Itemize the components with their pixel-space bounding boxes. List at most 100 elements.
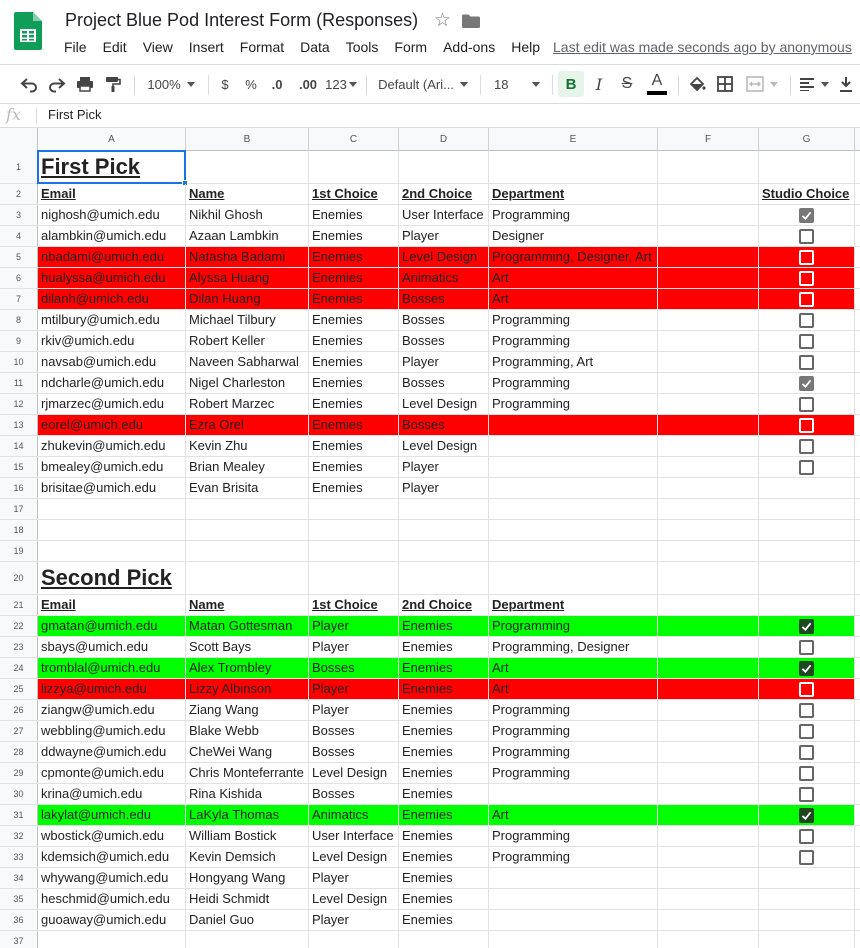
cell-f[interactable] — [658, 658, 759, 678]
cell-b[interactable]: Blake Webb — [186, 721, 309, 741]
studio-choice-cell[interactable] — [759, 247, 855, 267]
cell-f[interactable] — [658, 415, 759, 435]
cell-c[interactable]: Bosses — [309, 784, 399, 804]
checkbox-unchecked[interactable] — [799, 333, 814, 349]
cell-e[interactable] — [489, 436, 658, 456]
cell-a[interactable]: nbadami@umich.edu — [38, 247, 186, 267]
studio-choice-cell[interactable] — [759, 805, 855, 825]
checkbox-checked[interactable] — [799, 207, 814, 223]
studio-choice-cell[interactable] — [759, 268, 855, 288]
column-label[interactable] — [658, 184, 759, 204]
column-label[interactable] — [658, 595, 759, 615]
row-number[interactable]: 15 — [0, 457, 38, 477]
cell-c[interactable] — [309, 931, 399, 948]
menu-form[interactable]: Form — [386, 39, 435, 59]
cell-d[interactable]: Enemies — [399, 889, 489, 909]
cell-f[interactable] — [658, 352, 759, 372]
cell-b[interactable]: Ziang Wang — [186, 700, 309, 720]
checkbox-checked[interactable] — [799, 375, 814, 391]
cell-a[interactable] — [38, 541, 186, 561]
row-number[interactable]: 21 — [0, 595, 38, 615]
cell-b[interactable]: Natasha Badami — [186, 247, 309, 267]
row-number[interactable]: 16 — [0, 478, 38, 498]
cell-a[interactable]: brisitae@umich.edu — [38, 478, 186, 498]
checkbox-unchecked[interactable] — [799, 723, 814, 739]
cell-c[interactable]: Player — [309, 910, 399, 930]
cell-a[interactable] — [38, 499, 186, 519]
cell-d[interactable]: Enemies — [399, 721, 489, 741]
cell-a[interactable]: ziangw@umich.edu — [38, 700, 186, 720]
cell-a[interactable]: ndcharle@umich.edu — [38, 373, 186, 393]
cell-d[interactable]: User Interface — [399, 205, 489, 225]
row-number[interactable]: 33 — [0, 847, 38, 867]
cell-b[interactable]: Ezra Orel — [186, 415, 309, 435]
section-title[interactable] — [186, 562, 309, 594]
cell-b[interactable]: Robert Keller — [186, 331, 309, 351]
studio-choice-cell[interactable] — [759, 352, 855, 372]
cell-d[interactable]: Enemies — [399, 637, 489, 657]
studio-choice-cell[interactable] — [759, 205, 855, 225]
checkbox-unchecked[interactable] — [799, 249, 814, 265]
cell-f[interactable] — [658, 499, 759, 519]
cell-a[interactable]: tromblal@umich.edu — [38, 658, 186, 678]
row-number[interactable]: 27 — [0, 721, 38, 741]
cell-f[interactable] — [658, 805, 759, 825]
cell-a[interactable]: dilanh@umich.edu — [38, 289, 186, 309]
cell-f[interactable] — [658, 700, 759, 720]
cell-c[interactable]: Enemies — [309, 268, 399, 288]
cell-c[interactable]: Enemies — [309, 394, 399, 414]
column-header-c[interactable]: C — [309, 128, 399, 151]
section-title[interactable]: Second Pick — [38, 562, 186, 594]
cell-b[interactable]: Heidi Schmidt — [186, 889, 309, 909]
cell-d[interactable]: Enemies — [399, 847, 489, 867]
cell-c[interactable]: Enemies — [309, 289, 399, 309]
column-label[interactable]: Name — [186, 595, 309, 615]
row-number[interactable]: 5 — [0, 247, 38, 267]
cell-b[interactable]: Scott Bays — [186, 637, 309, 657]
checkbox-unchecked[interactable] — [799, 354, 814, 370]
cell-b[interactable]: Kevin Demsich — [186, 847, 309, 867]
column-header-b[interactable]: B — [186, 128, 309, 151]
column-label[interactable]: 1st Choice — [309, 595, 399, 615]
studio-choice-cell[interactable] — [759, 721, 855, 741]
cell-a[interactable] — [38, 931, 186, 948]
column-label[interactable]: Email — [38, 184, 186, 204]
row-number[interactable]: 2 — [0, 184, 38, 204]
redo-icon[interactable] — [44, 65, 70, 103]
strikethrough-button[interactable]: S — [614, 65, 640, 103]
cell-f[interactable] — [658, 394, 759, 414]
studio-choice-cell[interactable] — [759, 310, 855, 330]
cell-b[interactable]: CheWei Wang — [186, 742, 309, 762]
cell-e[interactable] — [489, 457, 658, 477]
more-formats-select[interactable]: 123 — [324, 65, 358, 103]
cell-f[interactable] — [658, 616, 759, 636]
cell-d[interactable]: Enemies — [399, 616, 489, 636]
cell-f[interactable] — [658, 910, 759, 930]
cell-f[interactable] — [658, 784, 759, 804]
checkbox-unchecked[interactable] — [799, 765, 814, 781]
checkbox-checked[interactable] — [799, 660, 814, 676]
studio-choice-cell[interactable] — [759, 742, 855, 762]
cell-f[interactable] — [658, 868, 759, 888]
column-label[interactable]: 2nd Choice — [399, 595, 489, 615]
studio-choice-cell[interactable] — [759, 415, 855, 435]
cell-f[interactable] — [658, 457, 759, 477]
font-family-select[interactable]: Default (Ari... — [374, 65, 472, 103]
cell-b[interactable]: Kevin Zhu — [186, 436, 309, 456]
menu-insert[interactable]: Insert — [181, 39, 232, 59]
cell-c[interactable]: Enemies — [309, 478, 399, 498]
studio-choice-cell[interactable] — [759, 847, 855, 867]
cell-b[interactable]: Alyssa Huang — [186, 268, 309, 288]
bold-button[interactable]: B — [558, 71, 584, 97]
cell-c[interactable]: Bosses — [309, 658, 399, 678]
cell-d[interactable]: Enemies — [399, 910, 489, 930]
percent-format-button[interactable]: % — [240, 65, 262, 103]
cell-d[interactable]: Enemies — [399, 868, 489, 888]
cell-e[interactable]: Art — [489, 268, 658, 288]
cell-d[interactable]: Level Design — [399, 436, 489, 456]
cell-a[interactable]: guoaway@umich.edu — [38, 910, 186, 930]
sheets-logo-icon[interactable] — [14, 12, 42, 50]
cell-a[interactable]: bmealey@umich.edu — [38, 457, 186, 477]
cell-a[interactable]: wbostick@umich.edu — [38, 826, 186, 846]
cell-d[interactable]: Bosses — [399, 310, 489, 330]
